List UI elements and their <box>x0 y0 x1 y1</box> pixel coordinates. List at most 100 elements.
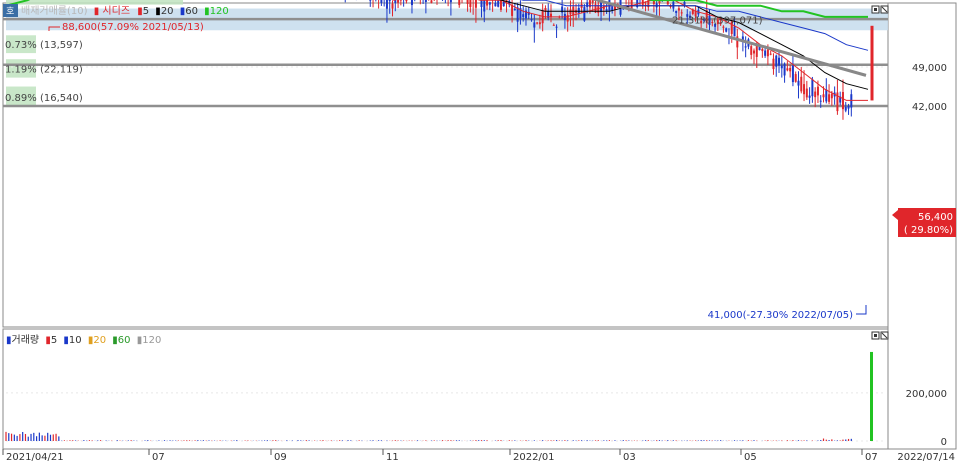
candle-body <box>770 54 772 55</box>
candle-body <box>772 59 774 69</box>
legend-ma20-label: 20 <box>161 6 174 17</box>
volume-bar <box>39 433 40 441</box>
candle-body <box>475 0 477 8</box>
volume-axis-tick-label: 200,000 <box>906 389 947 400</box>
volume-bar <box>306 440 307 441</box>
volume-bar <box>36 436 37 441</box>
candle-body <box>536 23 538 24</box>
volume-bar <box>131 440 132 441</box>
volume-bar <box>381 440 382 441</box>
candle-body <box>480 0 482 7</box>
candle-body <box>831 94 833 99</box>
volume-bar <box>417 440 418 441</box>
min-annotation: 41,000(-27.30% 2022/07/05) <box>708 310 853 321</box>
volume-bar <box>19 434 20 441</box>
volume-bar <box>734 440 735 441</box>
candle-body <box>675 11 677 13</box>
volume-bar <box>826 440 827 441</box>
volume-bar <box>717 440 718 441</box>
volume-bar <box>350 440 351 441</box>
volume-bar <box>22 432 23 441</box>
candle-body <box>553 25 555 26</box>
candle-body <box>517 7 519 21</box>
volume-bar <box>573 440 574 441</box>
volume-bar <box>264 440 265 441</box>
candle-body <box>792 66 794 83</box>
volume-bar <box>158 440 159 441</box>
volume-bar <box>320 440 321 441</box>
volume-bar <box>676 440 677 441</box>
candle-body <box>397 0 399 3</box>
volume-bar <box>481 440 482 441</box>
candle-body <box>778 58 780 66</box>
candle-body <box>489 2 491 4</box>
candle-body-last <box>871 26 874 101</box>
candle-body <box>775 56 777 67</box>
volume-bar <box>267 440 268 441</box>
volume-bar <box>851 439 852 441</box>
volume-bar <box>197 440 198 441</box>
volume-axis-tick-label: 0 <box>941 437 947 448</box>
volume-bar <box>220 440 221 441</box>
candle-body <box>678 8 680 10</box>
stock-chart-svg: 6.04% (112,542)28.07% (522,992)16.42% (3… <box>0 0 958 464</box>
volume-bar <box>183 440 184 441</box>
candle-body <box>589 0 591 7</box>
candle-body <box>500 0 502 10</box>
x-axis-last-date-label: 2022/07/14 <box>897 452 955 463</box>
candle-body <box>845 107 847 111</box>
volume-bar <box>100 440 101 441</box>
candle-body <box>781 66 783 69</box>
volume-bar <box>194 440 195 441</box>
legend-ma60-label: 60 <box>185 6 198 17</box>
volume-bar <box>14 435 15 441</box>
x-axis-tick-label: 09 <box>274 452 287 463</box>
volume-bar <box>500 440 501 441</box>
candle-body <box>789 68 791 71</box>
candle-body <box>681 12 683 13</box>
volume-bar <box>53 434 54 441</box>
volume-bar <box>275 440 276 441</box>
candle-body <box>425 0 427 2</box>
volume-bar <box>595 440 596 441</box>
candle-body <box>817 87 819 96</box>
volume-bar <box>147 440 148 441</box>
volume-bar <box>625 440 626 441</box>
volume-bar <box>186 440 187 441</box>
volume-bar <box>509 440 510 441</box>
volume-bar <box>17 436 18 441</box>
volume-panel-frame <box>3 329 888 449</box>
volume-bar <box>695 440 696 441</box>
volume-bar <box>598 440 599 441</box>
candle-body <box>458 0 460 5</box>
volume-bar <box>484 440 485 441</box>
volume-bar <box>297 440 298 441</box>
x-axis-tick-label: 05 <box>744 452 757 463</box>
volume-bar <box>247 440 248 441</box>
candle-body <box>823 94 825 97</box>
volume-bar <box>89 440 90 441</box>
candle-body <box>494 3 496 6</box>
volume-bar <box>823 439 824 441</box>
candle-body <box>753 51 755 54</box>
candle-body <box>767 49 769 56</box>
candle-body <box>386 0 388 9</box>
volume-bar <box>792 440 793 441</box>
volume-bar <box>55 434 56 441</box>
volume-bar <box>128 440 129 441</box>
candle-body <box>795 74 797 82</box>
volume-bar <box>837 440 838 441</box>
volume-bar <box>189 440 190 441</box>
candle-body <box>405 0 407 1</box>
candle-body <box>848 106 850 109</box>
volume-bar <box>236 440 237 441</box>
volume-bar <box>587 440 588 441</box>
volume-bar <box>828 440 829 441</box>
candle-body <box>811 79 813 96</box>
price-panel-frame <box>3 3 888 327</box>
current-change: ( 29.80%) <box>904 225 953 236</box>
volume-bar <box>92 440 93 441</box>
candle-body <box>759 47 761 50</box>
volume-legend-ma5-label: 5 <box>51 335 57 346</box>
candle-body <box>514 9 516 11</box>
